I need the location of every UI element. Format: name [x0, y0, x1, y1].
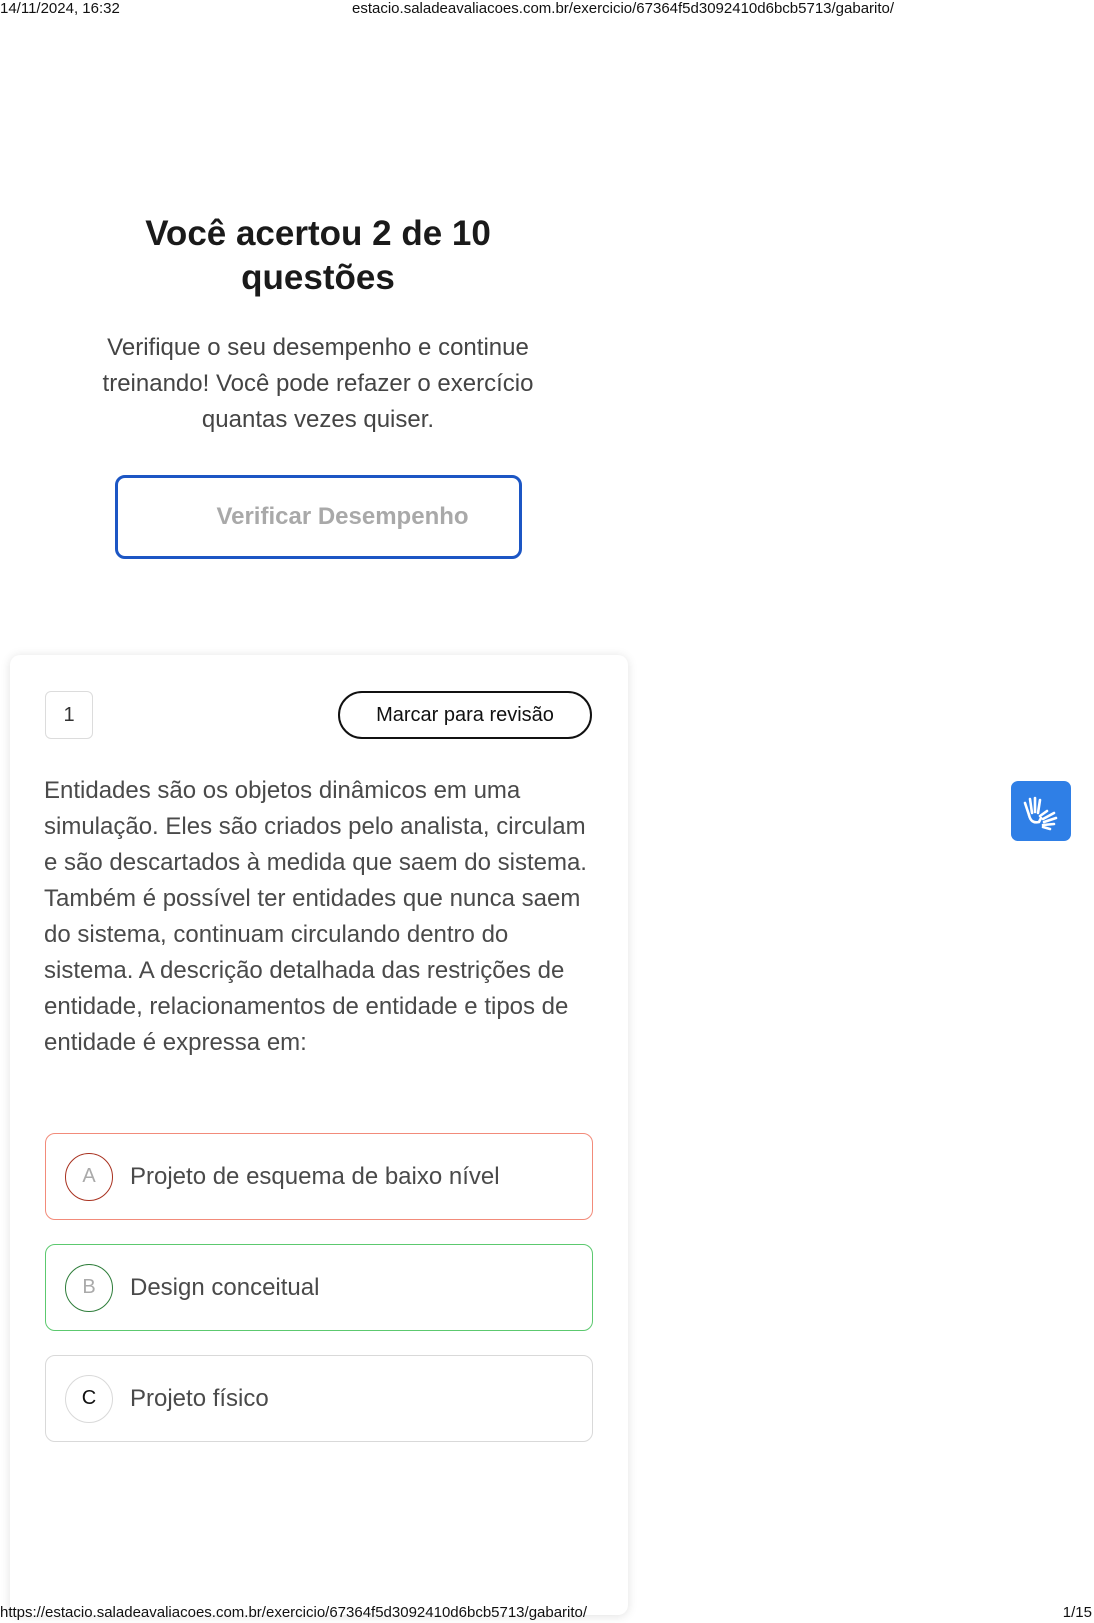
option-letter: B — [65, 1263, 113, 1312]
question-text: Entidades são os objetos dinâmicos em um… — [44, 777, 587, 1056]
mark-for-review-button[interactable]: Marcar para revisão — [338, 691, 592, 739]
result-subtitle: Verifique o seu desempenho e continue tr… — [102, 334, 534, 433]
option-text: Projeto de esquema de baixo nível — [130, 1162, 500, 1190]
question-number: 1 — [45, 691, 93, 739]
question-card: 1 Marcar para revisão Entidades são os o… — [10, 655, 628, 1615]
result-title: Você acertou 2 de 10 questões — [145, 214, 491, 297]
option-text: Projeto físico — [130, 1384, 269, 1412]
print-page-number: 1/15 — [1062, 1604, 1092, 1621]
print-footer-url: https://estacio.saladeavaliacoes.com.br/… — [0, 1604, 588, 1621]
sign-language-hands-icon — [1023, 796, 1058, 831]
print-datetime: 14/11/2024, 16:32 — [0, 0, 120, 17]
option-text: Design conceitual — [130, 1273, 320, 1301]
option-a[interactable]: A Projeto de esquema de baixo nível — [45, 1133, 593, 1220]
print-header-url: estacio.saladeavaliacoes.com.br/exercici… — [352, 0, 895, 17]
option-b[interactable]: B Design conceitual — [45, 1244, 593, 1331]
sign-language-button[interactable] — [1011, 781, 1071, 841]
verify-performance-button[interactable]: Verificar Desempenho — [115, 475, 522, 559]
option-letter: C — [65, 1374, 113, 1423]
option-letter: A — [65, 1152, 113, 1201]
option-c[interactable]: C Projeto físico — [45, 1355, 593, 1442]
